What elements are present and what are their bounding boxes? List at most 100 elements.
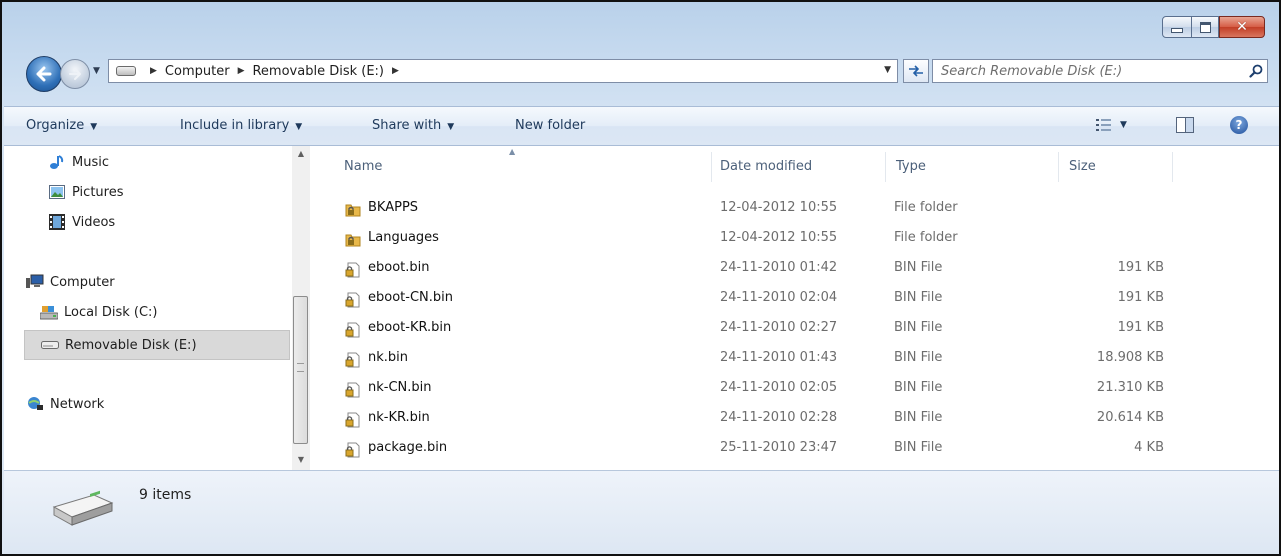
column-divider[interactable] [885, 152, 886, 182]
file-name: eboot-KR.bin [368, 320, 452, 335]
breadcrumb-removable-disk[interactable]: Removable Disk (E:) [252, 64, 384, 79]
column-header-type[interactable]: Type [896, 159, 926, 174]
recent-pages-button[interactable]: ▼ [93, 66, 103, 78]
table-row[interactable]: nk.bin 24-11-2010 01:43 BIN File 18.908 … [314, 344, 1279, 374]
column-divider[interactable] [1172, 152, 1173, 182]
include-in-library-label: Include in library [180, 118, 290, 133]
navigation-pane: Music Pictures Videos Computer Local Dis… [4, 146, 314, 470]
minimize-icon [1171, 27, 1183, 33]
include-in-library-menu[interactable]: Include in library ▼ [180, 118, 302, 133]
close-button[interactable]: ✕ [1219, 16, 1265, 38]
locked-file-icon [345, 442, 360, 458]
chevron-down-icon: ▼ [93, 66, 100, 76]
local-disk-icon [40, 304, 58, 320]
column-header-size[interactable]: Size [1069, 159, 1096, 174]
sidebar-item-local-disk[interactable]: Local Disk (C:) [40, 304, 157, 320]
sidebar-item-label: Removable Disk (E:) [65, 337, 197, 353]
file-type: BIN File [894, 410, 943, 425]
sidebar-item-computer[interactable]: Computer [26, 274, 115, 290]
sidebar-item-label: Network [50, 396, 105, 412]
share-with-menu[interactable]: Share with ▼ [372, 118, 454, 133]
address-bar[interactable]: ▶ Computer ▶ Removable Disk (E:) ▶ ▼ [108, 59, 898, 83]
scroll-up-icon[interactable]: ▲ [292, 146, 310, 162]
removable-disk-icon [41, 337, 59, 353]
organize-menu[interactable]: Organize ▼ [26, 118, 97, 133]
file-date: 24-11-2010 02:28 [720, 410, 838, 425]
maximize-button[interactable] [1192, 16, 1219, 38]
search-icon[interactable] [1245, 64, 1267, 78]
command-bar: Organize ▼ Include in library ▼ Share with… [4, 106, 1279, 146]
table-row[interactable]: eboot-CN.bin 24-11-2010 02:04 BIN File 1… [314, 284, 1279, 314]
item-count: 9 items [139, 487, 192, 503]
sidebar-item-music[interactable]: Music [48, 154, 109, 170]
new-folder-label: New folder [515, 118, 586, 133]
file-size: 21.310 KB [1096, 380, 1164, 395]
locked-file-icon [345, 322, 360, 338]
breadcrumb-computer[interactable]: Computer [165, 64, 230, 79]
sidebar-item-removable-disk[interactable]: Removable Disk (E:) [24, 330, 290, 360]
share-with-label: Share with [372, 118, 442, 133]
new-folder-button[interactable]: New folder [515, 118, 585, 133]
back-arrow-icon [36, 66, 52, 82]
sidebar-item-videos[interactable]: Videos [48, 214, 115, 230]
locked-folder-icon [345, 234, 361, 247]
file-name: Languages [368, 230, 439, 245]
file-date: 25-11-2010 23:47 [720, 440, 838, 455]
organize-label: Organize [26, 118, 85, 133]
table-row[interactable]: BKAPPS 12-04-2012 10:55 File folder [314, 194, 1279, 224]
search-input[interactable] [941, 61, 1245, 81]
column-header-name[interactable]: Name [344, 159, 382, 174]
column-divider[interactable] [711, 152, 712, 182]
file-type: BIN File [894, 380, 943, 395]
change-view-button[interactable]: ▼ [1096, 118, 1127, 132]
pictures-icon [48, 184, 66, 200]
file-name: nk-CN.bin [368, 380, 432, 395]
file-name: package.bin [368, 440, 448, 455]
column-headers: ▲ Name Date modified Type Size [314, 146, 1279, 184]
file-list: ▲ Name Date modified Type Size BKAPPS 12… [314, 146, 1279, 470]
address-dropdown-icon[interactable]: ▼ [884, 65, 891, 75]
nav-pane-scrollbar[interactable]: ▲ ▼ [292, 146, 310, 470]
table-row[interactable]: eboot.bin 24-11-2010 01:42 BIN File 191 … [314, 254, 1279, 284]
file-type: File folder [894, 200, 958, 215]
chevron-down-icon: ▼ [90, 122, 98, 132]
column-divider[interactable] [1058, 152, 1059, 182]
locked-file-icon [345, 412, 360, 428]
refresh-button[interactable] [903, 59, 929, 83]
breadcrumb-separator-icon[interactable]: ▶ [238, 66, 245, 76]
forward-button[interactable] [60, 59, 90, 89]
table-row[interactable]: eboot-KR.bin 24-11-2010 02:27 BIN File 1… [314, 314, 1279, 344]
maximize-icon [1199, 21, 1211, 33]
details-pane: 9 items [4, 470, 1279, 554]
chevron-down-icon: ▼ [295, 122, 303, 132]
scroll-down-icon[interactable]: ▼ [292, 452, 310, 468]
locked-file-icon [345, 292, 360, 308]
breadcrumb-separator-icon[interactable]: ▶ [150, 66, 157, 76]
search-box[interactable] [932, 59, 1268, 83]
file-size: 191 KB [1117, 260, 1164, 275]
sidebar-item-network[interactable]: Network [26, 396, 104, 412]
sidebar-item-pictures[interactable]: Pictures [48, 184, 123, 200]
table-row[interactable]: package.bin 25-11-2010 23:47 BIN File 4 … [314, 434, 1279, 464]
file-type: File folder [894, 230, 958, 245]
file-name: eboot.bin [368, 260, 430, 275]
table-row[interactable]: nk-CN.bin 24-11-2010 02:05 BIN File 21.3… [314, 374, 1279, 404]
breadcrumb-separator-icon[interactable]: ▶ [392, 66, 399, 76]
file-date: 24-11-2010 02:04 [720, 290, 838, 305]
help-button[interactable]: ? [1230, 116, 1248, 134]
sidebar-item-label: Computer [50, 274, 115, 290]
file-date: 24-11-2010 02:27 [720, 320, 838, 335]
refresh-icon [909, 65, 923, 77]
minimize-button[interactable] [1162, 16, 1192, 38]
scrollbar-thumb[interactable] [293, 296, 308, 444]
table-row[interactable]: nk-KR.bin 24-11-2010 02:28 BIN File 20.6… [314, 404, 1279, 434]
back-button[interactable] [26, 56, 62, 92]
table-row[interactable]: Languages 12-04-2012 10:55 File folder [314, 224, 1279, 254]
sidebar-item-label: Videos [72, 214, 116, 230]
column-header-date-modified[interactable]: Date modified [720, 159, 812, 174]
help-icon: ? [1235, 118, 1243, 132]
locked-file-icon [345, 262, 360, 278]
preview-pane-button[interactable] [1176, 117, 1194, 133]
locked-folder-icon [345, 204, 361, 217]
file-type: BIN File [894, 350, 943, 365]
